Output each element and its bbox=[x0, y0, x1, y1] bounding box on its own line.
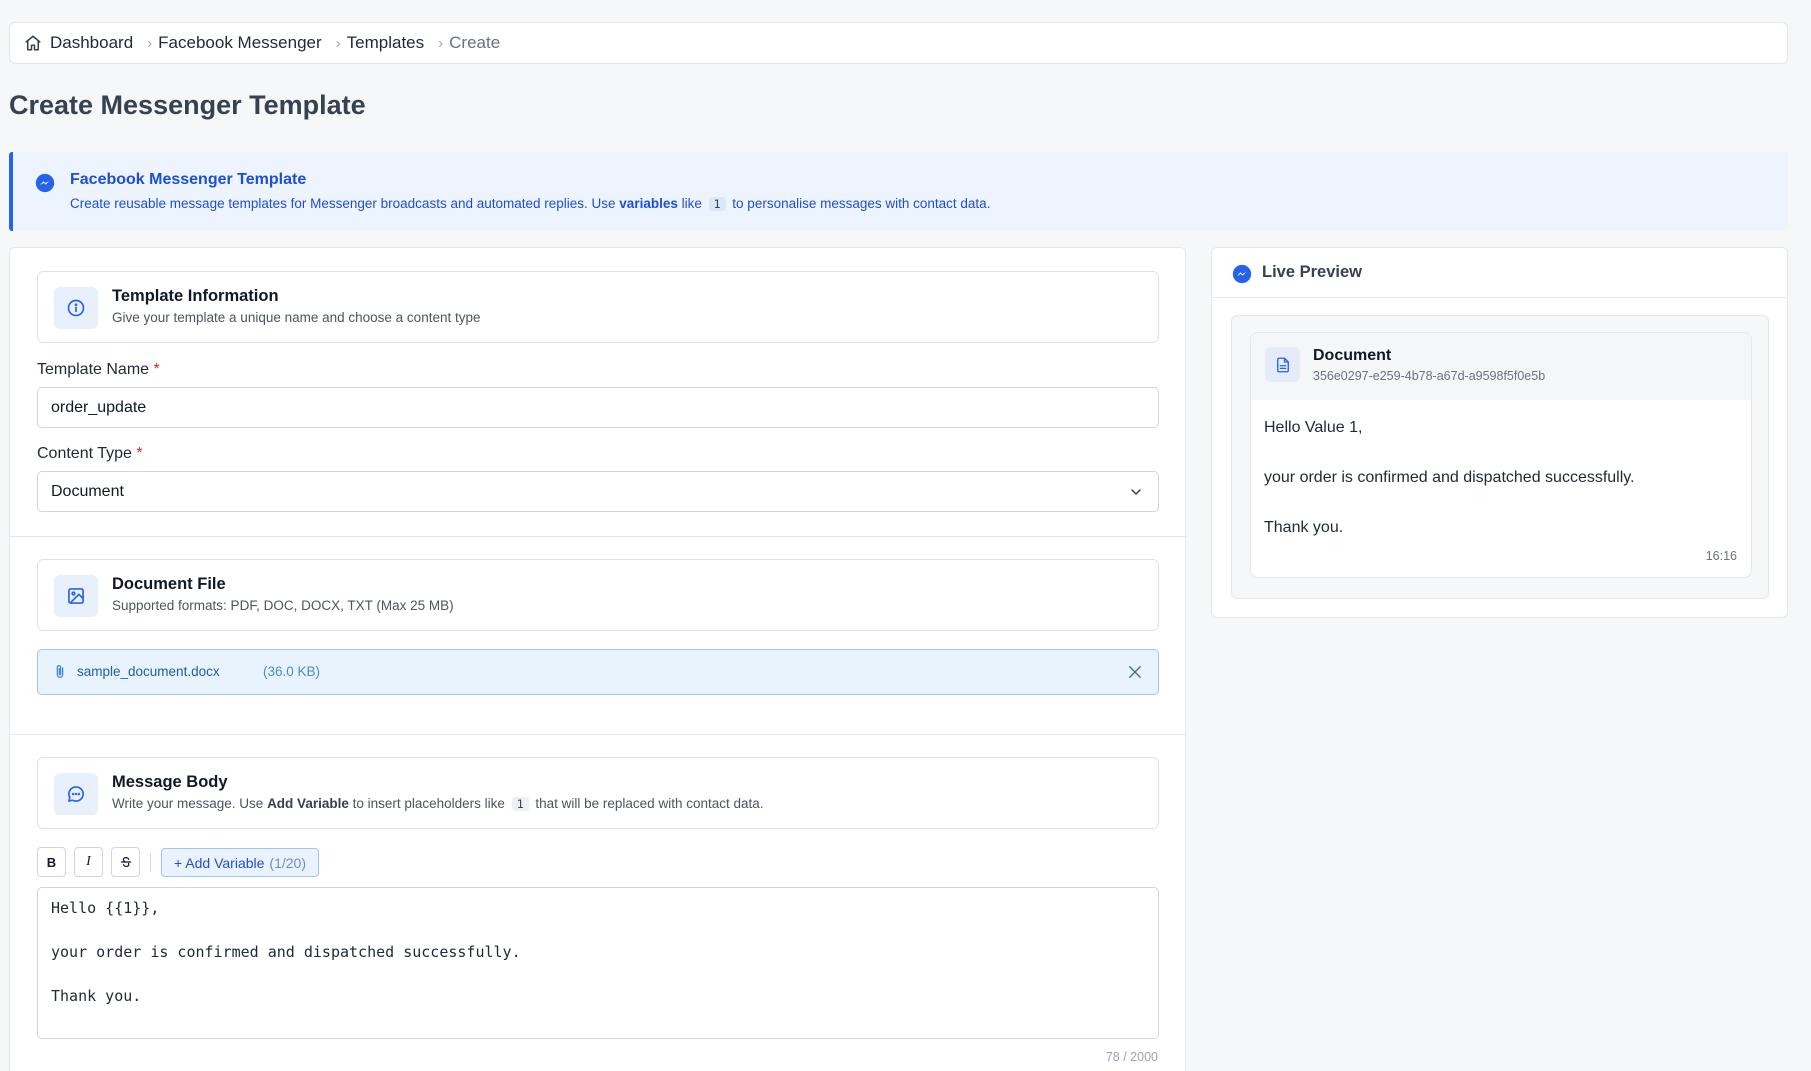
section-subtitle: Supported formats: PDF, DOC, DOCX, TXT (… bbox=[112, 598, 454, 613]
editor-line: Hello {{1}}, bbox=[51, 899, 160, 917]
file-size: (36.0 KB) bbox=[263, 664, 321, 679]
page-title: Create Messenger Template bbox=[9, 90, 366, 120]
info-banner: Facebook Messenger Template Create reusa… bbox=[9, 152, 1788, 231]
banner-title: Facebook Messenger Template bbox=[70, 171, 307, 188]
document-id: 356e0297-e259-4b78-a67d-a9598f5f0e5b bbox=[1313, 369, 1546, 383]
variable-code: 1 bbox=[708, 197, 726, 211]
close-icon[interactable] bbox=[1126, 663, 1144, 681]
breadcrumb-dashboard-label: Dashboard bbox=[50, 33, 134, 52]
add-variable-label: + Add Variable bbox=[174, 854, 265, 871]
character-count: 78 / 2000 bbox=[1105, 1050, 1158, 1064]
chat-bubble-icon bbox=[54, 773, 98, 815]
bold-button[interactable]: B bbox=[37, 847, 66, 877]
banner-text: Create reusable message templates for Me… bbox=[70, 196, 991, 211]
message-text: Hello Value 1, your order is confirmed a… bbox=[1264, 415, 1635, 540]
italic-button[interactable]: I bbox=[74, 847, 103, 877]
breadcrumb: Dashboard › Facebook Messenger › Templat… bbox=[9, 22, 1788, 64]
home-icon bbox=[25, 35, 41, 51]
strikethrough-icon bbox=[120, 857, 131, 867]
message-bubble: Document 356e0297-e259-4b78-a67d-a9598f5… bbox=[1250, 332, 1752, 578]
document-file-header: Document File Supported formats: PDF, DO… bbox=[37, 559, 1159, 631]
toolbar-separator bbox=[150, 854, 151, 871]
add-variable-button[interactable]: + Add Variable (1/20) bbox=[161, 848, 319, 877]
info-icon bbox=[54, 287, 98, 329]
messenger-icon bbox=[35, 173, 55, 193]
divider bbox=[10, 734, 1185, 735]
breadcrumb-create: Create bbox=[449, 33, 501, 52]
template-form-card: Template Information Give your template … bbox=[9, 247, 1186, 1071]
message-time: 16:16 bbox=[1705, 549, 1737, 563]
divider bbox=[10, 536, 1185, 537]
template-information-header: Template Information Give your template … bbox=[37, 271, 1159, 343]
template-name-input[interactable]: order_update bbox=[37, 387, 1159, 428]
preview-screen: Document 356e0297-e259-4b78-a67d-a9598f5… bbox=[1231, 315, 1769, 599]
live-preview-title: Live Preview bbox=[1262, 263, 1362, 281]
breadcrumb-templates[interactable]: Templates bbox=[347, 33, 424, 53]
editor-line: Thank you. bbox=[51, 987, 142, 1005]
document-title: Document bbox=[1313, 347, 1392, 364]
template-name-label: Template Name * bbox=[37, 361, 160, 378]
live-preview-header: Live Preview bbox=[1212, 248, 1787, 298]
section-title: Message Body bbox=[112, 773, 228, 791]
chevron-right-icon: › bbox=[147, 34, 153, 52]
attached-file: sample_document.docx (36.0 KB) bbox=[37, 649, 1159, 695]
strikethrough-button[interactable] bbox=[111, 847, 140, 877]
message-body-editor[interactable]: Hello {{1}}, your order is confirmed and… bbox=[37, 887, 1159, 1039]
document-icon bbox=[1265, 347, 1300, 382]
variable-count: (1/20) bbox=[269, 854, 306, 871]
chevron-right-icon: › bbox=[438, 34, 444, 52]
messenger-icon bbox=[1232, 264, 1252, 284]
variable-code: 1 bbox=[511, 797, 529, 811]
image-icon bbox=[54, 575, 98, 617]
content-type-value: Document bbox=[51, 483, 124, 500]
content-type-select[interactable]: Document bbox=[37, 471, 1159, 512]
section-title: Template Information bbox=[112, 287, 279, 305]
file-name: sample_document.docx bbox=[77, 664, 220, 679]
section-title: Document File bbox=[112, 575, 226, 593]
chevron-right-icon: › bbox=[335, 34, 341, 52]
preview-line: your order is confirmed and dispatched s… bbox=[1264, 469, 1635, 486]
preview-line: Hello Value 1, bbox=[1264, 419, 1363, 436]
content-type-label: Content Type * bbox=[37, 445, 143, 462]
section-subtitle: Give your template a unique name and cho… bbox=[112, 310, 481, 325]
breadcrumb-facebook-messenger[interactable]: Facebook Messenger bbox=[158, 33, 321, 53]
preview-line: Thank you. bbox=[1264, 519, 1344, 536]
breadcrumb-dashboard[interactable]: Dashboard bbox=[24, 33, 133, 53]
live-preview-card: Live Preview Document 356e0297-e259-4b78… bbox=[1211, 247, 1788, 618]
section-subtitle: Write your message. Use Add Variable to … bbox=[112, 796, 764, 811]
editor-line: your order is confirmed and dispatched s… bbox=[51, 943, 521, 961]
message-body-header: Message Body Write your message. Use Add… bbox=[37, 757, 1159, 829]
chevron-down-icon bbox=[1131, 489, 1141, 495]
paperclip-icon bbox=[56, 665, 64, 678]
document-attachment: Document 356e0297-e259-4b78-a67d-a9598f5… bbox=[1251, 333, 1751, 400]
